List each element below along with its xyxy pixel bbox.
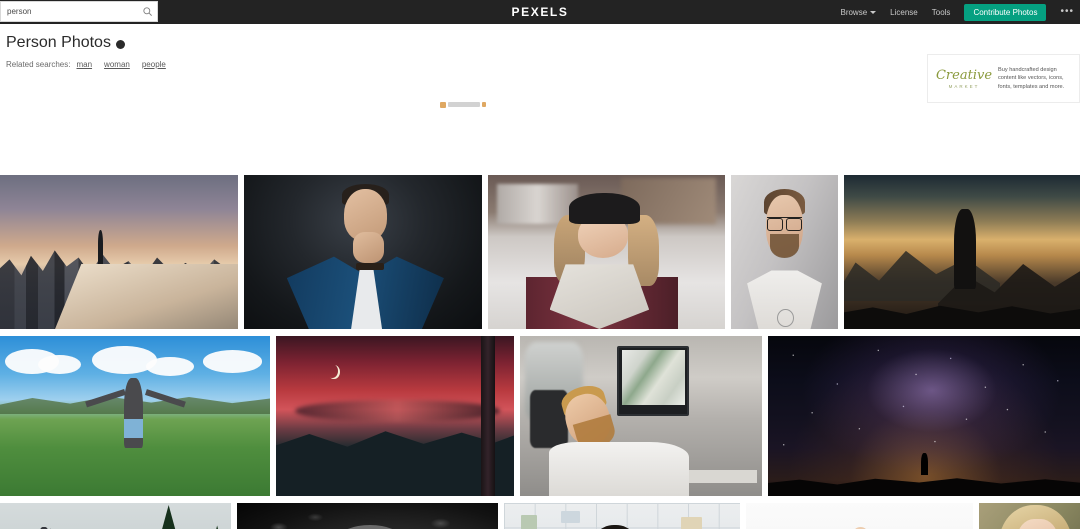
more-options-icon[interactable]: •••	[1060, 7, 1074, 17]
gallery-row-3	[0, 503, 1080, 529]
photo-tile[interactable]	[768, 336, 1080, 496]
photo-tile[interactable]	[844, 175, 1080, 329]
sponsored-bar	[448, 102, 480, 107]
contribute-photos-button[interactable]: Contribute Photos	[964, 3, 1047, 21]
creative-market-logo: Creative MARKET	[928, 69, 998, 89]
top-header: PEXELS Browse License Tools Contribute P…	[0, 0, 1080, 24]
ad-body-text: Buy handcrafted design content like vect…	[998, 66, 1065, 90]
photo-tile[interactable]	[0, 336, 270, 496]
photo-tile[interactable]	[0, 503, 231, 529]
gallery-row-2	[0, 336, 1080, 496]
gallery-row-1	[0, 175, 1080, 329]
page-title: Person Photos	[6, 34, 1080, 52]
related-searches: Related searches: man woman people	[6, 60, 1080, 69]
info-icon[interactable]	[115, 39, 125, 49]
photo-tile[interactable]	[504, 503, 740, 529]
star-icon	[440, 101, 446, 108]
ad-logo-subtitle: MARKET	[948, 83, 980, 89]
photo-tile[interactable]	[0, 175, 238, 329]
nav-browse-label: Browse	[840, 7, 868, 17]
nav-tools[interactable]: Tools	[932, 8, 951, 17]
photo-tile[interactable]	[244, 175, 482, 329]
nav-license[interactable]: License	[890, 8, 918, 17]
related-link-woman[interactable]: woman	[104, 60, 130, 69]
photo-tile[interactable]	[746, 503, 973, 529]
photo-tile[interactable]	[237, 503, 498, 529]
photo-tile[interactable]	[520, 336, 762, 496]
related-searches-label: Related searches:	[6, 60, 71, 69]
photo-tile[interactable]	[731, 175, 838, 329]
creative-market-ad[interactable]: Creative MARKET Buy handcrafted design c…	[927, 54, 1080, 103]
ad-logo-script: Creative	[935, 67, 993, 83]
nav-license-label: License	[890, 7, 918, 17]
photo-tile[interactable]	[979, 503, 1080, 529]
page-header: Person Photos Related searches: man woma…	[0, 24, 1080, 108]
sponsored-end	[482, 102, 486, 107]
page-title-text: Person Photos	[6, 34, 111, 51]
chevron-down-icon	[870, 10, 877, 14]
sponsored-marker	[440, 100, 486, 109]
photo-tile[interactable]	[488, 175, 725, 329]
related-link-people[interactable]: people	[142, 60, 166, 69]
header-nav: Browse License Tools Contribute Photos •…	[840, 0, 1074, 24]
nav-browse[interactable]: Browse	[840, 7, 877, 17]
related-link-man[interactable]: man	[76, 60, 92, 69]
nav-tools-label: Tools	[931, 7, 951, 17]
photo-tile[interactable]	[276, 336, 514, 496]
